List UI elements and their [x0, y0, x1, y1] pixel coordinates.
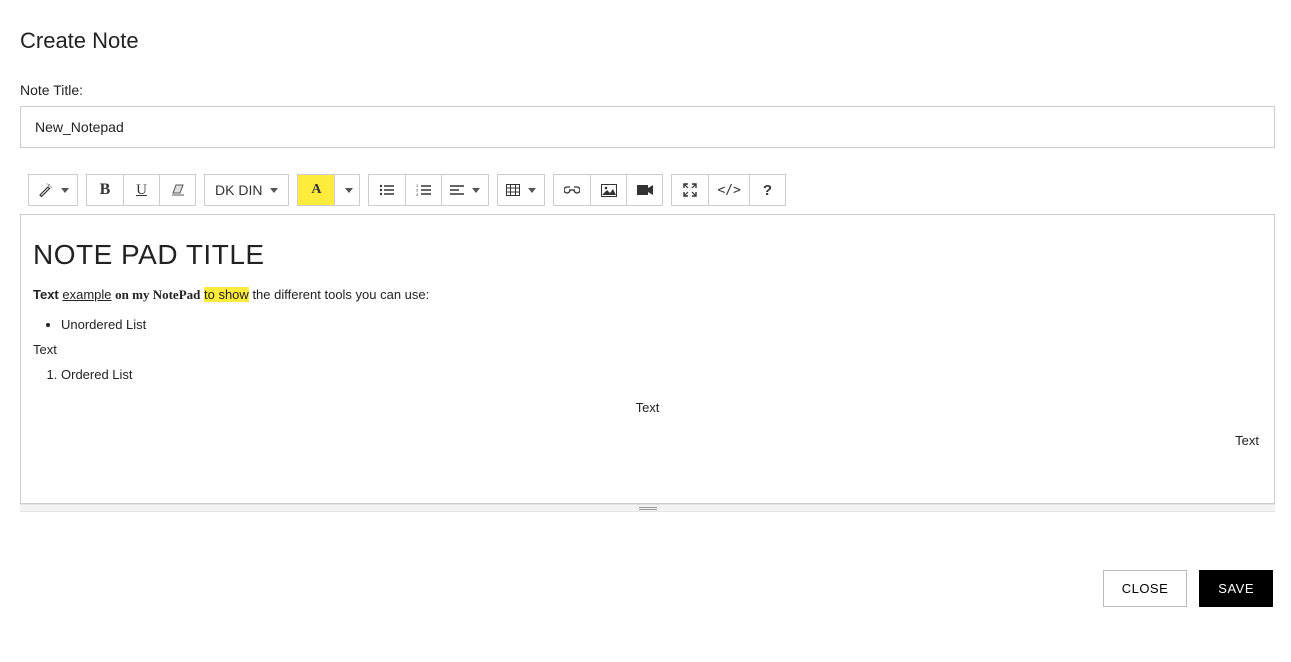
fullscreen-icon — [683, 183, 697, 197]
unordered-list-button[interactable] — [369, 175, 405, 205]
note-title-input[interactable] — [20, 106, 1275, 148]
eraser-icon — [170, 183, 186, 197]
magic-wand-icon — [37, 182, 53, 198]
help-button[interactable]: ? — [749, 175, 785, 205]
fullscreen-button[interactable] — [672, 175, 708, 205]
chevron-down-icon — [61, 188, 69, 193]
font-color-icon: A — [311, 182, 321, 198]
list-item: Unordered List — [61, 317, 1262, 332]
note-heading: NOTE PAD TITLE — [33, 239, 1262, 271]
svg-text:3: 3 — [416, 192, 419, 197]
text-highlight: to show — [204, 287, 249, 302]
font-color-dropdown[interactable] — [334, 175, 359, 205]
note-title-label: Note Title: — [20, 82, 1275, 98]
video-icon — [637, 184, 653, 196]
chevron-down-icon — [345, 188, 353, 193]
align-left-icon — [450, 184, 464, 196]
image-button[interactable] — [590, 175, 626, 205]
editor-content-area[interactable]: NOTE PAD TITLE Text example on my NotePa… — [20, 214, 1275, 504]
editor-resize-handle[interactable] — [20, 504, 1275, 512]
image-icon — [601, 184, 617, 197]
help-icon: ? — [763, 182, 772, 199]
chevron-down-icon — [270, 188, 278, 193]
footer-actions: CLOSE SAVE — [20, 570, 1275, 607]
text-underline: example — [62, 287, 111, 302]
list-item: Ordered List — [61, 367, 1262, 382]
underline-icon: U — [136, 182, 147, 199]
text-left: Text — [33, 342, 1262, 357]
eraser-button[interactable] — [159, 175, 195, 205]
paragraph-align-button[interactable] — [441, 175, 488, 205]
bold-button[interactable]: B — [87, 175, 123, 205]
intro-paragraph: Text example on my NotePad to show the d… — [33, 287, 1262, 303]
font-family-label: DK DIN — [215, 182, 262, 198]
text-bold: Text — [33, 287, 59, 302]
grip-icon — [639, 507, 657, 510]
unordered-list-icon — [379, 183, 395, 197]
close-button[interactable]: CLOSE — [1103, 570, 1188, 607]
font-color-button[interactable]: A — [298, 175, 334, 205]
underline-button[interactable]: U — [123, 175, 159, 205]
bold-icon: B — [100, 181, 111, 199]
unordered-list: Unordered List — [61, 317, 1262, 332]
ordered-list-icon: 123 — [416, 183, 432, 197]
ordered-list-button[interactable]: 123 — [405, 175, 441, 205]
page-title: Create Note — [20, 28, 1275, 54]
save-button[interactable]: SAVE — [1199, 570, 1273, 607]
link-icon — [564, 185, 580, 195]
table-icon — [506, 184, 520, 196]
text-center: Text — [33, 400, 1262, 415]
font-family-select[interactable]: DK DIN — [205, 175, 288, 205]
link-button[interactable] — [554, 175, 590, 205]
magic-style-button[interactable] — [29, 175, 77, 205]
code-view-button[interactable]: </> — [708, 175, 748, 205]
text-strong: on my NotePad — [115, 287, 200, 302]
video-button[interactable] — [626, 175, 662, 205]
chevron-down-icon — [472, 188, 480, 193]
text-right: Text — [33, 433, 1259, 448]
editor-toolbar: B U DK DIN A — [28, 174, 1275, 206]
chevron-down-icon — [528, 188, 536, 193]
code-icon: </> — [717, 183, 740, 198]
ordered-list: Ordered List — [61, 367, 1262, 382]
table-button[interactable] — [498, 175, 544, 205]
text-plain: the different tools you can use: — [252, 287, 429, 302]
